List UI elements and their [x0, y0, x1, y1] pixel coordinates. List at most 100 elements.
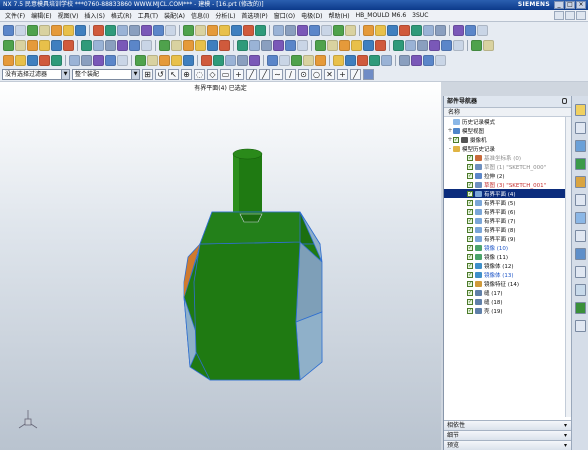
toolbar-button-icon[interactable]	[51, 39, 62, 51]
menu-information[interactable]: 信息(I)	[188, 11, 212, 20]
visibility-checkbox[interactable]: ✓	[467, 235, 473, 242]
toolbar-button-icon[interactable]	[141, 39, 152, 51]
lasso-icon[interactable]: ◌	[194, 68, 205, 80]
tree-row[interactable]: ✓ 有界平面 (5)	[444, 198, 571, 207]
tree-row[interactable]: ✓ 镜像 (11)	[444, 252, 571, 261]
toolbar-button-icon[interactable]	[435, 54, 446, 66]
toolbar-button-icon[interactable]	[399, 24, 410, 36]
toolbar-button-icon[interactable]	[27, 39, 38, 51]
tree-row[interactable]: ✓ 基准坐标系 (0)	[444, 153, 571, 162]
panel-details[interactable]: 细节 ▾	[444, 430, 571, 440]
visibility-checkbox[interactable]: ✓	[467, 271, 473, 278]
toolbar-button-icon[interactable]	[93, 24, 104, 36]
toolbar-button-icon[interactable]	[411, 54, 422, 66]
toolbar-button-icon[interactable]	[441, 39, 452, 51]
menu-preferences[interactable]: 首选项(P)	[238, 11, 270, 20]
toolbar-button-icon[interactable]	[195, 39, 206, 51]
toolbar-button-icon[interactable]	[273, 24, 284, 36]
menu-analysis[interactable]: 分析(L)	[212, 11, 238, 20]
toolbar-button-icon[interactable]	[183, 24, 194, 36]
visibility-checkbox[interactable]: ✓	[467, 199, 473, 206]
reset-filter-icon[interactable]: ↺	[155, 68, 166, 80]
toolbar-button-icon[interactable]	[363, 24, 374, 36]
toolbar-button-icon[interactable]	[165, 24, 176, 36]
doc-restore-button[interactable]	[565, 11, 575, 20]
toolbar-button-icon[interactable]	[267, 54, 278, 66]
menu-assemblies[interactable]: 装配(A)	[161, 11, 188, 20]
tree-row[interactable]: ✓ 有界平面 (7)	[444, 216, 571, 225]
toolbar-button-icon[interactable]	[357, 54, 368, 66]
menu-view[interactable]: 视图(V)	[55, 11, 82, 20]
roles-icon[interactable]	[575, 284, 586, 296]
cursor-icon[interactable]: ↖	[168, 68, 179, 80]
toolbar-button-icon[interactable]	[375, 39, 386, 51]
faceted-body[interactable]	[183, 211, 323, 381]
toolbar-button-icon[interactable]	[303, 54, 314, 66]
toolbar-button-icon[interactable]	[219, 24, 230, 36]
toolbar-button-icon[interactable]	[285, 24, 296, 36]
tree-row[interactable]: ✓ 有界平面 (4)	[444, 189, 571, 198]
constraint-navigator-icon[interactable]	[575, 122, 586, 134]
toolbar-button-icon[interactable]	[129, 39, 140, 51]
menu-3suc[interactable]: 3SUC	[409, 12, 431, 19]
toolbar-button-icon[interactable]	[393, 39, 404, 51]
toolbar-button-icon[interactable]	[411, 24, 422, 36]
visibility-checkbox[interactable]: ✓	[467, 172, 473, 179]
process-studio-icon[interactable]	[575, 248, 586, 260]
visibility-checkbox[interactable]: ✓	[453, 136, 459, 143]
select-all-icon[interactable]: ⊕	[181, 68, 192, 80]
manufacturing-wizards-icon[interactable]	[575, 266, 586, 278]
toolbar-button-icon[interactable]	[477, 24, 488, 36]
tree-row[interactable]: ✓ 有界平面 (8)	[444, 225, 571, 234]
type-filter-dropdown[interactable]: 没有选择过滤器 ▼	[2, 68, 70, 80]
snap-endpoint-icon[interactable]: +	[233, 68, 244, 80]
toolbar-button-icon[interactable]	[195, 24, 206, 36]
toolbar-button-icon[interactable]	[141, 24, 152, 36]
toolbar-button-icon[interactable]	[63, 24, 74, 36]
toolbar-button-icon[interactable]	[15, 24, 26, 36]
toolbar-button-icon[interactable]	[39, 24, 50, 36]
toolbar-button-icon[interactable]	[69, 54, 80, 66]
tree-row[interactable]: + 模型视图	[444, 126, 571, 135]
toolbar-button-icon[interactable]	[159, 39, 170, 51]
toolbar-button-icon[interactable]	[483, 39, 494, 51]
toolbar-button-icon[interactable]	[3, 39, 14, 51]
menu-format[interactable]: 格式(R)	[108, 11, 135, 20]
toolbar-button-icon[interactable]	[51, 54, 62, 66]
toolbar-button-icon[interactable]	[261, 39, 272, 51]
toolbar-button-icon[interactable]	[93, 39, 104, 51]
toolbar-button-icon[interactable]	[417, 39, 428, 51]
toolbar-button-icon[interactable]	[255, 24, 266, 36]
tree-row[interactable]: ✓ 草图 (1) "SKETCH_000"	[444, 162, 571, 171]
toolbar-button-icon[interactable]	[345, 24, 356, 36]
visibility-checkbox[interactable]: ✓	[467, 163, 473, 170]
close-button[interactable]: ×	[576, 1, 586, 9]
toolbar-button-icon[interactable]	[237, 39, 248, 51]
toolbar-button-icon[interactable]	[105, 39, 116, 51]
toolbar-button-icon[interactable]	[309, 24, 320, 36]
tree-row[interactable]: 历史记录模式	[444, 117, 571, 126]
toolbar-button-icon[interactable]	[339, 39, 350, 51]
web-browser-icon[interactable]	[575, 194, 586, 206]
history-icon[interactable]	[575, 212, 586, 224]
feature-select-icon[interactable]: ◇	[207, 68, 218, 80]
toolbar-button-icon[interactable]	[3, 24, 14, 36]
toolbar-button-icon[interactable]	[81, 39, 92, 51]
snap-line-icon[interactable]: ╱	[246, 68, 257, 80]
toolbar-button-icon[interactable]	[63, 39, 74, 51]
toolbar-button-icon[interactable]	[183, 54, 194, 66]
toolbar-button-icon[interactable]	[213, 54, 224, 66]
toolbar-button-icon[interactable]	[315, 54, 326, 66]
menu-file[interactable]: 文件(F)	[2, 11, 28, 20]
toolbar-button-icon[interactable]	[243, 24, 254, 36]
toolbar-button-icon[interactable]	[135, 54, 146, 66]
toolbar-button-icon[interactable]	[273, 39, 284, 51]
toolbar-button-icon[interactable]	[249, 54, 260, 66]
menu-insert[interactable]: 插入(S)	[81, 11, 108, 20]
menu-help[interactable]: 帮助(H)	[325, 11, 352, 20]
toolbar-button-icon[interactable]	[231, 24, 242, 36]
toolbar-button-icon[interactable]	[237, 54, 248, 66]
toolbar-button-icon[interactable]	[387, 24, 398, 36]
toolbar-button-icon[interactable]	[369, 54, 380, 66]
rectangle-select-icon[interactable]: ▭	[220, 68, 231, 80]
